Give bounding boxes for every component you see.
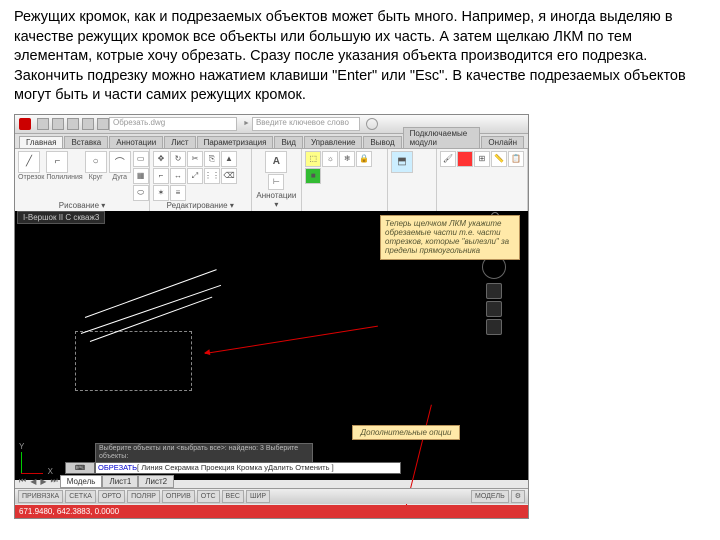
layer-props-icon[interactable]: ⬚ [305,151,321,167]
text-icon[interactable]: A [265,151,287,173]
viewport-label[interactable]: I-Вершок II С скваж3 [17,211,105,224]
tab-manage[interactable]: Управление [304,136,362,148]
qat-save-icon[interactable] [67,118,79,130]
group-icon[interactable]: ⊞ [474,151,490,167]
ucs-icon: YX [21,450,45,474]
autocad-logo-icon[interactable] [19,118,31,130]
array-icon[interactable]: ⋮⋮ [204,168,220,184]
offset-icon[interactable]: ≡ [170,185,186,201]
lwt-toggle[interactable]: ВЕС [222,490,244,503]
panel-annot: A ⊢ Аннотации ▾ [252,149,303,211]
tab-output[interactable]: Вывод [363,136,401,148]
hatch-icon[interactable]: ▦ [133,168,149,184]
search-icon[interactable] [366,118,378,130]
zoom-icon[interactable] [486,301,502,317]
search-input[interactable]: Введите ключевое слово [252,117,360,131]
rotate-icon[interactable]: ↻ [170,151,186,167]
panel-block: ⬒ [388,149,437,211]
panel-props: 🖌 ⊞ 📏 📋 [437,149,528,211]
layout-tabs: ⏮ ◀ ▶ ⏭ Модель Лист1 Лист2 [17,475,174,488]
stretch-icon[interactable]: ↔ [170,168,186,184]
copy-icon[interactable]: ⎘ [204,151,220,167]
qat-new-icon[interactable] [37,118,49,130]
ribbon: ╱Отрезок ⌐Полилиния ○Круг ⌒Дуга ▭ ▦ ⬭ Ри… [15,149,528,212]
tab-view[interactable]: Вид [274,136,302,148]
command-line[interactable]: ОБРЕЗАТЬ [ Линия Секрамка Проекция Кромк… [95,462,401,474]
width-toggle[interactable]: ШИР [246,490,270,503]
tab-model[interactable]: Модель [60,475,103,488]
match-props-icon[interactable]: 🖌 [440,151,456,167]
osnap-toggle[interactable]: ОПРИВ [162,490,195,503]
dim-icon[interactable]: ⊢ [268,174,284,190]
panel-draw-label: Рисование ▾ [18,201,146,210]
model-ps-toggle[interactable]: МОДЕЛЬ [471,490,509,503]
erase-icon[interactable]: ⌫ [221,168,237,184]
qat-redo-icon[interactable] [97,118,109,130]
ortho-toggle[interactable]: ОРТО [98,490,125,503]
measure-icon[interactable]: 📏 [491,151,507,167]
tab-last-icon[interactable]: ⏭ [49,476,60,486]
layer-color-icon[interactable]: ■ [305,168,321,184]
tab-prev-icon[interactable]: ◀ [28,477,38,486]
polyline-icon[interactable]: ⌐ [46,151,68,173]
ribbon-tabs: Главная Вставка Аннотации Лист Параметри… [15,134,528,149]
callout-trim-hint: Теперь щелчком ЛКМ укажите обрезаемые ча… [380,215,520,260]
move-icon[interactable]: ✥ [153,151,169,167]
tab-first-icon[interactable]: ⏮ [17,476,28,486]
scale-icon[interactable]: ⤢ [187,168,203,184]
command-history: Выберите объекты или <выбрать все>: найд… [95,443,313,464]
tab-plugins[interactable]: Подключаемые модули [403,127,481,148]
tab-sheet1[interactable]: Лист1 [102,475,138,488]
workspace-icon[interactable]: ⚙ [511,490,525,503]
polar-toggle[interactable]: ПОЛЯР [127,490,160,503]
block-insert-icon[interactable]: ⬒ [391,151,413,173]
color-control-icon[interactable] [457,151,473,167]
tab-sheet2[interactable]: Лист2 [138,475,174,488]
orbit-icon[interactable] [486,319,502,335]
autocad-screenshot: Обрезать.dwg ► Введите ключевое слово Гл… [14,114,529,519]
nav-bar [486,283,502,335]
paste-icon[interactable]: 📋 [508,151,524,167]
callout-arrow [205,325,378,353]
grid-toggle[interactable]: СЕТКА [65,490,96,503]
tab-annotate[interactable]: Аннотации [109,136,163,148]
quick-access-toolbar [37,118,109,130]
intro-paragraph: Режущих кромок, как и подрезаемых объект… [0,0,720,112]
panel-draw: ╱Отрезок ⌐Полилиния ○Круг ⌒Дуга ▭ ▦ ⬭ Ри… [15,149,150,211]
tab-next-icon[interactable]: ▶ [38,477,48,486]
qat-open-icon[interactable] [52,118,64,130]
window-title: Обрезать.dwg [109,117,237,131]
callout-options-hint: Дополнительные опции [352,425,460,440]
layer-lock-icon[interactable]: 🔒 [356,151,372,167]
ellipse-icon[interactable]: ⬭ [133,185,149,201]
explode-icon[interactable]: ✶ [153,185,169,201]
command-name: ОБРЕЗАТЬ [98,463,137,472]
circle-icon[interactable]: ○ [85,151,107,173]
panel-layers: ⬚ ☼ ❄ 🔒 ■ [302,149,388,211]
arc-icon[interactable]: ⌒ [109,151,131,173]
layer-off-icon[interactable]: ☼ [322,151,338,167]
panel-annot-label: Аннотации ▾ [255,191,299,209]
snap-toggle[interactable]: ПРИВЯЗКА [18,490,63,503]
tab-layout[interactable]: Лист [164,136,195,148]
mirror-icon[interactable]: ▲ [221,151,237,167]
otrack-toggle[interactable]: ОТС [197,490,220,503]
panel-modify: ✥ ↻ ✂ ⎘ ▲ ⌐ ↔ ⤢ ⋮⋮ ⌫ ✶ ≡ Редактирование … [150,149,252,211]
line-icon[interactable]: ╱ [18,151,40,173]
tab-param[interactable]: Параметризация [197,136,274,148]
tab-online[interactable]: Онлайн [481,136,524,148]
command-options: [ Линия Секрамка Проекция Кромка уДалить… [137,463,334,472]
command-label: ⌨ [65,462,95,474]
rect-icon[interactable]: ▭ [133,151,149,167]
qat-undo-icon[interactable] [82,118,94,130]
layer-freeze-icon[interactable]: ❄ [339,151,355,167]
tab-home[interactable]: Главная [19,136,63,148]
fillet-icon[interactable]: ⌐ [153,168,169,184]
pan-icon[interactable] [486,283,502,299]
trim-icon[interactable]: ✂ [187,151,203,167]
panel-modify-label: Редактирование ▾ [153,201,248,210]
tab-insert[interactable]: Вставка [64,136,108,148]
status-bar: ПРИВЯЗКА СЕТКА ОРТО ПОЛЯР ОПРИВ ОТС ВЕС … [15,488,528,504]
coordinate-display: 671.9480, 642.3883, 0.0000 [15,505,528,518]
